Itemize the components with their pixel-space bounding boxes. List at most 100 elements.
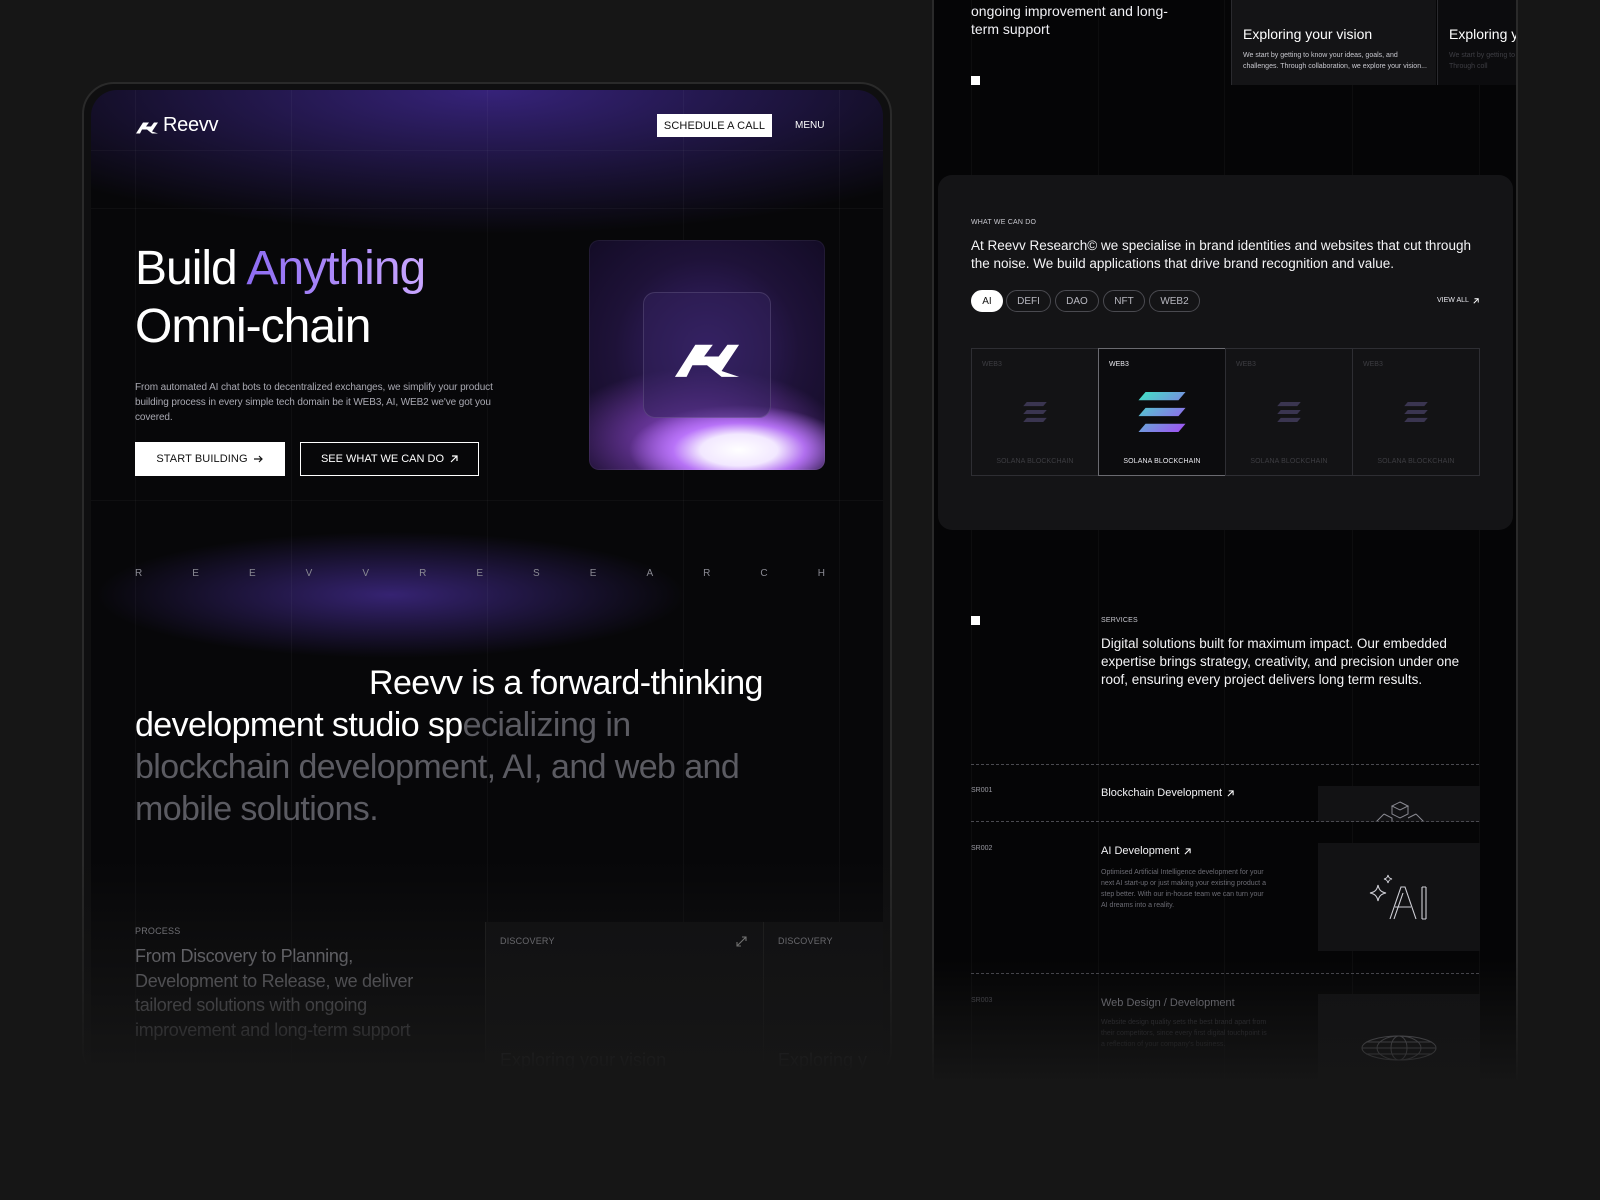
spaced-letter: E bbox=[476, 568, 484, 579]
tab-ai[interactable]: AI bbox=[971, 290, 1003, 312]
service-desc: Optimised Artificial Intelligence develo… bbox=[1101, 869, 1266, 909]
divider bbox=[971, 764, 1479, 765]
square-marker-icon bbox=[971, 76, 980, 85]
see-what-we-can-do-button[interactable]: SEE WHAT WE CAN DO bbox=[300, 442, 479, 476]
service-blockchain[interactable]: Blockchain Development bbox=[1101, 787, 1234, 799]
process-label: PROCESS bbox=[135, 926, 181, 936]
service-image bbox=[1318, 786, 1480, 822]
hero-description: From automated AI chat bots to decentral… bbox=[135, 382, 493, 423]
left-device-screen: Reevv SCHEDULE A CALL MENU Build Anythin… bbox=[91, 90, 883, 1080]
see-what-label: SEE WHAT WE CAN DO bbox=[320, 453, 445, 465]
statement-line2-bright: development studio sp bbox=[135, 706, 463, 744]
hero-glow-card bbox=[589, 240, 825, 470]
service-web[interactable]: Web Design / Development bbox=[1101, 997, 1235, 1009]
hero-title-accent: Anything bbox=[246, 242, 426, 295]
arrow-up-right-icon bbox=[450, 455, 458, 463]
arrow-up-right-icon bbox=[1227, 789, 1234, 796]
square-marker-icon bbox=[971, 616, 980, 625]
start-building-button[interactable]: START BUILDING bbox=[135, 442, 285, 476]
statement-line4: mobile solutions. bbox=[135, 790, 379, 828]
process-card-label: DISCOVERY bbox=[778, 936, 833, 946]
process-card-title: Exploring your vision bbox=[1243, 26, 1373, 42]
service-title: Web Design / Development bbox=[1101, 997, 1235, 1009]
reevv-research-spaced: R E E V V R E S E A R C H bbox=[135, 568, 825, 579]
process-card[interactable]: DISCOVERY Exploring y bbox=[763, 922, 883, 1080]
spaced-letter: E bbox=[192, 568, 199, 579]
spaced-letter: V bbox=[305, 568, 313, 579]
service-title: Blockchain Development bbox=[1101, 787, 1223, 799]
statement-line3: blockchain development, AI, and web and bbox=[135, 748, 740, 786]
tech-card-tag: WEB3 bbox=[1236, 361, 1256, 368]
arrow-up-right-icon bbox=[1184, 847, 1191, 854]
solana-icon bbox=[1023, 402, 1047, 422]
hero-card-inner bbox=[643, 292, 771, 418]
process-card[interactable]: Exploring y We start by getting to kn ch… bbox=[1437, 0, 1516, 85]
service-title: AI Development bbox=[1101, 845, 1180, 857]
services-label: SERVICES bbox=[1101, 617, 1138, 624]
expand-icon[interactable] bbox=[736, 936, 747, 947]
service-image bbox=[1318, 994, 1480, 1084]
divider bbox=[971, 973, 1479, 974]
service-code: SR002 bbox=[971, 845, 993, 852]
view-all-label: VIEW ALL bbox=[1437, 297, 1469, 304]
grid-line bbox=[91, 150, 883, 151]
process-card[interactable]: Exploring your vision We start by gettin… bbox=[1231, 0, 1436, 85]
statement-line2: development studio specializing in bbox=[135, 704, 855, 746]
spaced-letter: H bbox=[817, 568, 825, 579]
service-image bbox=[1318, 843, 1480, 951]
reevv-logo-icon bbox=[674, 344, 740, 377]
service-desc: Website design quality sets the best bra… bbox=[1101, 1019, 1267, 1048]
tab-defi[interactable]: DEFI bbox=[1006, 290, 1051, 312]
hero-title-line2: Omni-chain bbox=[135, 300, 371, 353]
tab-nft[interactable]: NFT bbox=[1103, 290, 1145, 312]
grid-line bbox=[91, 208, 883, 209]
spaced-letter: R bbox=[419, 568, 427, 579]
spaced-letter: R bbox=[703, 568, 711, 579]
process-card-title: Exploring y bbox=[778, 1050, 868, 1070]
process-card[interactable]: DISCOVERY Exploring your vision bbox=[485, 922, 763, 1080]
services-text: Digital solutions built for maximum impa… bbox=[1101, 636, 1460, 687]
spaced-letter: A bbox=[646, 568, 654, 579]
statement-line1: Reevv is a forward-thinking bbox=[369, 664, 763, 702]
tech-card-tag: WEB3 bbox=[1109, 361, 1129, 368]
tech-card[interactable]: WEB3 SOLANA BLOCKCHAIN bbox=[1352, 348, 1480, 476]
solana-icon bbox=[1404, 402, 1428, 422]
tab-web2[interactable]: WEB2 bbox=[1149, 290, 1200, 312]
service-code: SR003 bbox=[971, 997, 993, 1004]
tab-dao[interactable]: DAO bbox=[1055, 290, 1099, 312]
spaced-letter: S bbox=[533, 568, 540, 579]
tech-card-name: SOLANA BLOCKCHAIN bbox=[1123, 458, 1201, 465]
spaced-letter: E bbox=[589, 568, 597, 579]
tech-card-active[interactable]: WEB3 SOLANA BLOCKCHAIN bbox=[1098, 348, 1226, 476]
service-code: SR001 bbox=[971, 787, 993, 794]
reevv-logo-icon bbox=[136, 122, 158, 133]
menu-button[interactable]: MENU bbox=[795, 120, 824, 131]
solana-icon bbox=[1138, 392, 1186, 432]
spaced-letter: V bbox=[362, 568, 370, 579]
tech-card[interactable]: WEB3 SOLANA BLOCKCHAIN bbox=[971, 348, 1099, 476]
grid-line bbox=[91, 500, 883, 501]
brand-logo[interactable]: Reevv bbox=[135, 114, 219, 137]
globe-ring-icon bbox=[1361, 1035, 1437, 1061]
tech-card-name: SOLANA BLOCKCHAIN bbox=[996, 458, 1074, 465]
brand-name: Reevv bbox=[163, 114, 219, 136]
process-card-desc: We start by getting to kn challenges. Th… bbox=[1449, 52, 1516, 70]
service-ai[interactable]: AI Development bbox=[1101, 845, 1191, 857]
view-all-link[interactable]: VIEW ALL bbox=[1437, 297, 1479, 304]
arrow-right-icon bbox=[253, 455, 263, 463]
schedule-call-button[interactable]: SCHEDULE A CALL bbox=[657, 114, 772, 137]
divider bbox=[971, 821, 1479, 822]
process-card-title: Exploring y bbox=[1449, 26, 1516, 42]
process-text-continued: ongoing improvement and long-term suppor… bbox=[971, 3, 1168, 37]
statement-line2-dim: ecializing in bbox=[462, 706, 632, 744]
studio-statement: Reevv is a forward-thinking development … bbox=[135, 662, 855, 830]
tech-card[interactable]: WEB3 SOLANA BLOCKCHAIN bbox=[1225, 348, 1353, 476]
tech-card-tag: WEB3 bbox=[982, 361, 1002, 368]
ai-sparkle-icon bbox=[1369, 874, 1427, 920]
arrow-up-right-icon bbox=[1473, 297, 1479, 304]
tech-card-name: SOLANA BLOCKCHAIN bbox=[1377, 458, 1455, 465]
spaced-letter: E bbox=[248, 568, 256, 579]
spaced-letter: R bbox=[135, 568, 143, 579]
process-card-desc: We start by getting to know your ideas, … bbox=[1243, 52, 1427, 70]
process-card-label: DISCOVERY bbox=[500, 936, 555, 946]
